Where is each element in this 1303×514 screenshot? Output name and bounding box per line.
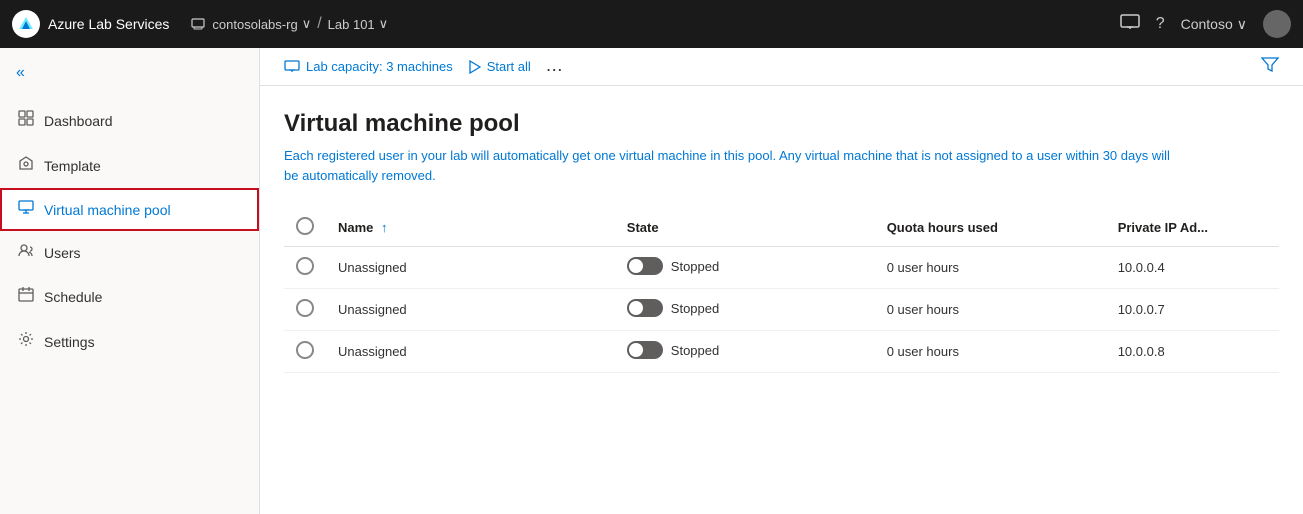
start-all-button[interactable]: Start all (469, 59, 531, 74)
app-name: Azure Lab Services (48, 16, 169, 32)
sidebar-item-users[interactable]: Users (0, 231, 259, 274)
sidebar-item-schedule[interactable]: Schedule (0, 274, 259, 319)
main-layout: « Dashboard Template (0, 48, 1303, 514)
azure-logo-icon (12, 10, 40, 38)
sidebar-label-vm-pool: Virtual machine pool (44, 202, 171, 218)
vm-pool-icon (18, 200, 34, 219)
state-label-1: Stopped (671, 301, 719, 316)
toolbar-right (1261, 56, 1279, 77)
sidebar-label-schedule: Schedule (44, 289, 102, 305)
row-check-0 (284, 247, 326, 289)
col-header-state: State (615, 209, 875, 247)
row-check-1 (284, 289, 326, 331)
sidebar-collapse-button[interactable]: « (0, 56, 259, 98)
page-content: Virtual machine pool Each registered use… (260, 86, 1303, 514)
row-name-0: Unassigned (326, 247, 615, 289)
top-navigation: Azure Lab Services contosolabs-rg ∨ / La… (0, 0, 1303, 48)
avatar[interactable] (1263, 10, 1291, 38)
lab-chevron: ∨ (379, 16, 389, 32)
toggle-switch-0[interactable] (627, 257, 663, 275)
rg-label: contosolabs-rg (212, 17, 297, 32)
lab-capacity-item: Lab capacity: 3 machines (284, 59, 453, 74)
sort-arrow-icon: ↑ (381, 220, 388, 235)
row-radio-2[interactable] (296, 341, 314, 359)
row-name-1: Unassigned (326, 289, 615, 331)
user-chevron: ∨ (1237, 16, 1247, 33)
header-radio[interactable] (296, 217, 314, 235)
user-label: Contoso (1181, 16, 1233, 32)
breadcrumb-lab[interactable]: Lab 101 ∨ (328, 16, 389, 32)
state-toggle-0[interactable]: Stopped (627, 257, 719, 275)
row-state-1: Stopped (615, 289, 875, 331)
page-title: Virtual machine pool (284, 110, 1279, 138)
row-ip-2: 10.0.0.8 (1106, 331, 1279, 373)
lab-label: Lab 101 (328, 17, 375, 32)
sidebar-item-vm-pool[interactable]: Virtual machine pool (0, 188, 259, 231)
breadcrumb: contosolabs-rg ∨ / Lab 101 ∨ (191, 15, 1109, 33)
col-header-name[interactable]: Name ↑ (326, 209, 615, 247)
table-row: Unassigned Stopped 0 user hours 10.0.0.8 (284, 331, 1279, 373)
row-state-0: Stopped (615, 247, 875, 289)
vm-table: Name ↑ State Quota hours used Private IP… (284, 209, 1279, 373)
sidebar-label-template: Template (44, 158, 101, 174)
template-icon (18, 155, 34, 176)
sidebar-label-dashboard: Dashboard (44, 113, 113, 129)
monitor-toolbar-icon (284, 60, 300, 73)
table-row: Unassigned Stopped 0 user hours 10.0.0.7 (284, 289, 1279, 331)
row-name-2: Unassigned (326, 331, 615, 373)
state-toggle-2[interactable]: Stopped (627, 341, 719, 359)
toolbar: Lab capacity: 3 machines Start all ... (260, 48, 1303, 86)
row-check-2 (284, 331, 326, 373)
sidebar-item-dashboard[interactable]: Dashboard (0, 98, 259, 143)
state-label-2: Stopped (671, 343, 719, 358)
help-icon[interactable]: ? (1156, 15, 1165, 33)
user-menu[interactable]: Contoso ∨ (1181, 16, 1247, 33)
col-header-ip: Private IP Ad... (1106, 209, 1279, 247)
monitor-icon[interactable] (1120, 14, 1140, 35)
schedule-icon (18, 286, 34, 307)
row-ip-1: 10.0.0.7 (1106, 289, 1279, 331)
users-icon (18, 243, 34, 262)
row-radio-0[interactable] (296, 257, 314, 275)
sidebar-item-settings[interactable]: Settings (0, 319, 259, 364)
start-all-label: Start all (487, 59, 531, 74)
row-state-2: Stopped (615, 331, 875, 373)
row-quota-0: 0 user hours (875, 247, 1106, 289)
dashboard-icon (18, 110, 34, 131)
col-header-check (284, 209, 326, 247)
state-toggle-1[interactable]: Stopped (627, 299, 719, 317)
toggle-switch-2[interactable] (627, 341, 663, 359)
app-logo[interactable]: Azure Lab Services (12, 10, 169, 38)
state-label-0: Stopped (671, 259, 719, 274)
sidebar-label-users: Users (44, 245, 81, 261)
sidebar: « Dashboard Template (0, 48, 260, 514)
table-row: Unassigned Stopped 0 user hours 10.0.0.4 (284, 247, 1279, 289)
filter-icon[interactable] (1261, 59, 1279, 76)
more-options-button[interactable]: ... (547, 59, 564, 74)
row-quota-2: 0 user hours (875, 331, 1106, 373)
row-ip-0: 10.0.0.4 (1106, 247, 1279, 289)
start-all-icon (469, 60, 481, 74)
sidebar-item-template[interactable]: Template (0, 143, 259, 188)
lab-capacity-label: Lab capacity: 3 machines (306, 59, 453, 74)
main-content: Lab capacity: 3 machines Start all ... V… (260, 48, 1303, 514)
settings-icon (18, 331, 34, 352)
row-radio-1[interactable] (296, 299, 314, 317)
breadcrumb-separator: / (317, 15, 321, 33)
col-header-quota: Quota hours used (875, 209, 1106, 247)
row-quota-1: 0 user hours (875, 289, 1106, 331)
col-name-label: Name (338, 220, 373, 235)
toggle-switch-1[interactable] (627, 299, 663, 317)
page-description: Each registered user in your lab will au… (284, 146, 1184, 185)
rg-chevron: ∨ (302, 16, 312, 32)
breadcrumb-resource-group[interactable]: contosolabs-rg ∨ (191, 16, 311, 32)
topnav-right: ? Contoso ∨ (1120, 10, 1291, 38)
sidebar-label-settings: Settings (44, 334, 95, 350)
